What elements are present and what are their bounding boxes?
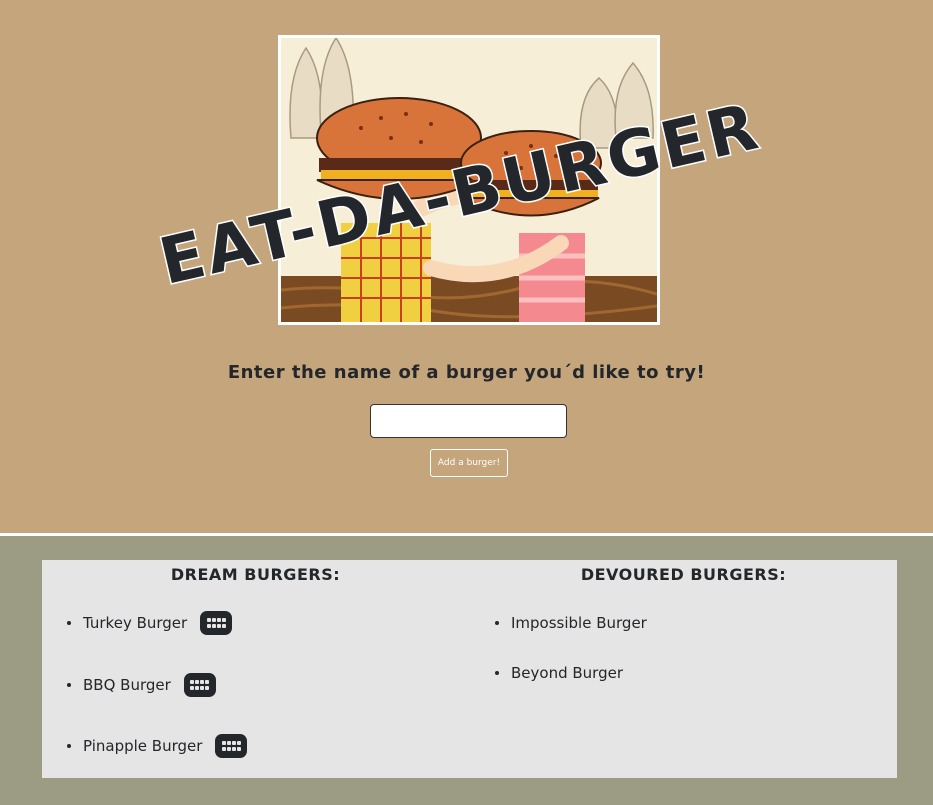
bullet-icon <box>495 671 499 675</box>
dream-burgers-column: DREAM BURGERS: Turkey Burger BBQ Burger <box>42 560 469 778</box>
teeth-icon[interactable] <box>215 734 248 758</box>
list-item: BBQ Burger <box>67 671 216 699</box>
burger-name: Beyond Burger <box>511 664 623 682</box>
teeth-icon[interactable] <box>183 673 216 697</box>
list-item: Impossible Burger <box>495 609 647 637</box>
bullet-icon <box>67 621 71 625</box>
teeth-icon[interactable] <box>200 611 233 635</box>
burger-name: BBQ Burger <box>83 676 171 694</box>
list-item: Beyond Burger <box>495 659 623 687</box>
devoured-burgers-heading: DEVOURED BURGERS: <box>580 565 787 584</box>
burger-name: Turkey Burger <box>83 614 188 632</box>
header-section: EAT-DA-BURGER Enter the name of a burger… <box>0 0 933 536</box>
burger-name: Impossible Burger <box>511 614 647 632</box>
burger-name: Pinapple Burger <box>83 737 203 755</box>
bullet-icon <box>67 744 71 748</box>
list-item: Turkey Burger <box>67 609 233 637</box>
burger-lists-panel: DREAM BURGERS: Turkey Burger BBQ Burger <box>42 560 897 778</box>
add-burger-button[interactable]: Add a burger! <box>430 449 508 477</box>
list-item: Pinapple Burger <box>67 732 248 760</box>
bullet-icon <box>495 621 499 625</box>
devoured-burgers-column: DEVOURED BURGERS: Impossible Burger Beyo… <box>470 560 897 778</box>
burger-name-input[interactable] <box>370 404 567 438</box>
bullet-icon <box>67 683 71 687</box>
burger-prompt: Enter the name of a burger you´d like to… <box>227 362 706 383</box>
dream-burgers-heading: DREAM BURGERS: <box>170 565 341 584</box>
